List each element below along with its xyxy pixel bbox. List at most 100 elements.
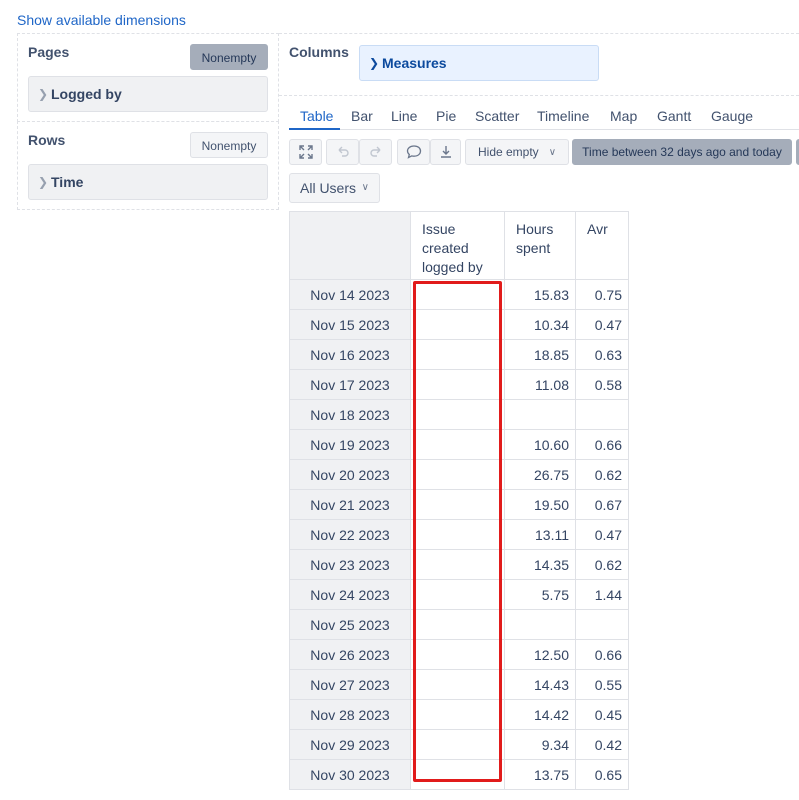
column-header-issue-created[interactable]: Issue created logged by	[410, 211, 505, 280]
cell-avr: 0.62	[575, 549, 629, 580]
row-header-date[interactable]: Nov 28 2023	[289, 699, 411, 730]
cell-avr: 0.55	[575, 669, 629, 700]
columns-title: Columns	[289, 44, 349, 60]
cell-hours-spent: 14.43	[504, 669, 576, 700]
row-header-date[interactable]: Nov 26 2023	[289, 639, 411, 670]
tab-table[interactable]: Table	[300, 108, 333, 124]
table-row: Nov 17 2023 11.08 0.58	[289, 369, 629, 400]
tab-pie[interactable]: Pie	[436, 108, 456, 124]
column-header-avr[interactable]: Avr	[575, 211, 629, 280]
table-row: Nov 24 2023 5.75 1.44	[289, 579, 629, 610]
chevron-right-icon: ❯	[38, 175, 49, 189]
row-header-date[interactable]: Nov 20 2023	[289, 459, 411, 490]
undo-icon	[338, 146, 349, 157]
rows-nonempty-button[interactable]: Nonempty	[190, 132, 268, 158]
redo-icon	[369, 146, 380, 157]
row-header-date[interactable]: Nov 23 2023	[289, 549, 411, 580]
cell-hours-spent: 10.34	[504, 309, 576, 340]
time-filter-button[interactable]: Time between 32 days ago and today	[572, 139, 792, 165]
cell-issue-created	[410, 579, 505, 610]
table-row: Nov 29 2023 9.34 0.42	[289, 729, 629, 760]
table-row: Nov 18 2023	[289, 399, 629, 430]
cell-avr: 0.67	[575, 489, 629, 520]
hide-empty-label: Hide empty	[477, 145, 539, 159]
tab-map[interactable]: Map	[610, 108, 637, 124]
cell-avr: 0.45	[575, 699, 629, 730]
cell-hours-spent	[504, 609, 576, 640]
redo-button[interactable]	[359, 139, 392, 165]
columns-panel: Columns ❯ Measures	[279, 33, 799, 96]
row-header-date[interactable]: Nov 17 2023	[289, 369, 411, 400]
row-header-date[interactable]: Nov 21 2023	[289, 489, 411, 520]
cell-issue-created	[410, 429, 505, 460]
row-header-date[interactable]: Nov 18 2023	[289, 399, 411, 430]
cell-avr: 0.75	[575, 279, 629, 310]
fullscreen-button[interactable]	[289, 139, 322, 165]
hide-empty-dropdown[interactable]: Hide empty ∨	[465, 139, 569, 165]
tab-bar[interactable]: Bar	[351, 108, 373, 124]
cell-issue-created	[410, 279, 505, 310]
cell-issue-created	[410, 549, 505, 580]
row-header-date[interactable]: Nov 15 2023	[289, 309, 411, 340]
chevron-right-icon: ❯	[369, 56, 380, 70]
cell-hours-spent: 13.11	[504, 519, 576, 550]
dimension-measures[interactable]: ❯ Measures	[359, 45, 599, 81]
dimension-time[interactable]: ❯ Time	[28, 164, 268, 200]
cell-issue-created	[410, 699, 505, 730]
cell-hours-spent: 12.50	[504, 639, 576, 670]
rows-title: Rows	[28, 132, 66, 148]
table-row: Nov 25 2023	[289, 609, 629, 640]
active-tab-indicator	[289, 128, 340, 130]
tab-gauge[interactable]: Gauge	[711, 108, 753, 124]
user-filter-label: All Users	[300, 180, 357, 196]
row-header-date[interactable]: Nov 16 2023	[289, 339, 411, 370]
tab-line[interactable]: Line	[391, 108, 417, 124]
row-header-date[interactable]: Nov 30 2023	[289, 759, 411, 790]
table-row: Nov 23 2023 14.35 0.62	[289, 549, 629, 580]
dimension-label: Logged by	[51, 86, 122, 102]
cell-hours-spent: 10.60	[504, 429, 576, 460]
dimension-label: Time	[51, 174, 84, 190]
row-header-date[interactable]: Nov 24 2023	[289, 579, 411, 610]
cell-hours-spent: 18.85	[504, 339, 576, 370]
dimension-logged-by[interactable]: ❯ Logged by	[28, 76, 268, 112]
chevron-down-icon: ∨	[548, 146, 557, 158]
cell-hours-spent: 19.50	[504, 489, 576, 520]
undo-button[interactable]	[326, 139, 359, 165]
tab-scatter[interactable]: Scatter	[475, 108, 519, 124]
report-table: Issue created logged by Hours spent Avr …	[289, 211, 629, 790]
row-header-date[interactable]: Nov 22 2023	[289, 519, 411, 550]
user-filter-dropdown[interactable]: All Users ∨	[289, 173, 380, 203]
row-header-date[interactable]: Nov 14 2023	[289, 279, 411, 310]
table-row: Nov 19 2023 10.60 0.66	[289, 429, 629, 460]
cell-avr: 0.58	[575, 369, 629, 400]
cell-hours-spent	[504, 399, 576, 430]
row-header-date[interactable]: Nov 19 2023	[289, 429, 411, 460]
table-row: Nov 26 2023 12.50 0.66	[289, 639, 629, 670]
cell-issue-created	[410, 729, 505, 760]
table-row: Nov 22 2023 13.11 0.47	[289, 519, 629, 550]
comment-button[interactable]	[397, 139, 430, 165]
cell-hours-spent: 9.34	[504, 729, 576, 760]
tab-timeline[interactable]: Timeline	[537, 108, 589, 124]
chevron-right-icon: ❯	[38, 87, 49, 101]
pages-nonempty-button[interactable]: Nonempty	[190, 44, 268, 70]
tab-gantt[interactable]: Gantt	[657, 108, 691, 124]
table-header-row: Issue created logged by Hours spent Avr	[289, 211, 629, 280]
cell-avr: 0.66	[575, 429, 629, 460]
export-button[interactable]	[430, 139, 461, 165]
cell-avr: 0.63	[575, 339, 629, 370]
table-row: Nov 28 2023 14.42 0.45	[289, 699, 629, 730]
row-header-date[interactable]: Nov 27 2023	[289, 669, 411, 700]
cell-hours-spent: 13.75	[504, 759, 576, 790]
row-header-date[interactable]: Nov 29 2023	[289, 729, 411, 760]
cell-issue-created	[410, 459, 505, 490]
row-header-date[interactable]: Nov 25 2023	[289, 609, 411, 640]
chevron-down-icon: ∨	[361, 182, 369, 193]
column-header-hours-spent[interactable]: Hours spent	[504, 211, 576, 280]
pages-title: Pages	[28, 44, 70, 60]
table-row: Nov 30 2023 13.75 0.65	[289, 759, 629, 790]
table-row: Nov 14 2023 15.83 0.75	[289, 279, 629, 310]
cell-hours-spent: 15.83	[504, 279, 576, 310]
show-dimensions-link[interactable]: Show available dimensions	[17, 12, 186, 28]
